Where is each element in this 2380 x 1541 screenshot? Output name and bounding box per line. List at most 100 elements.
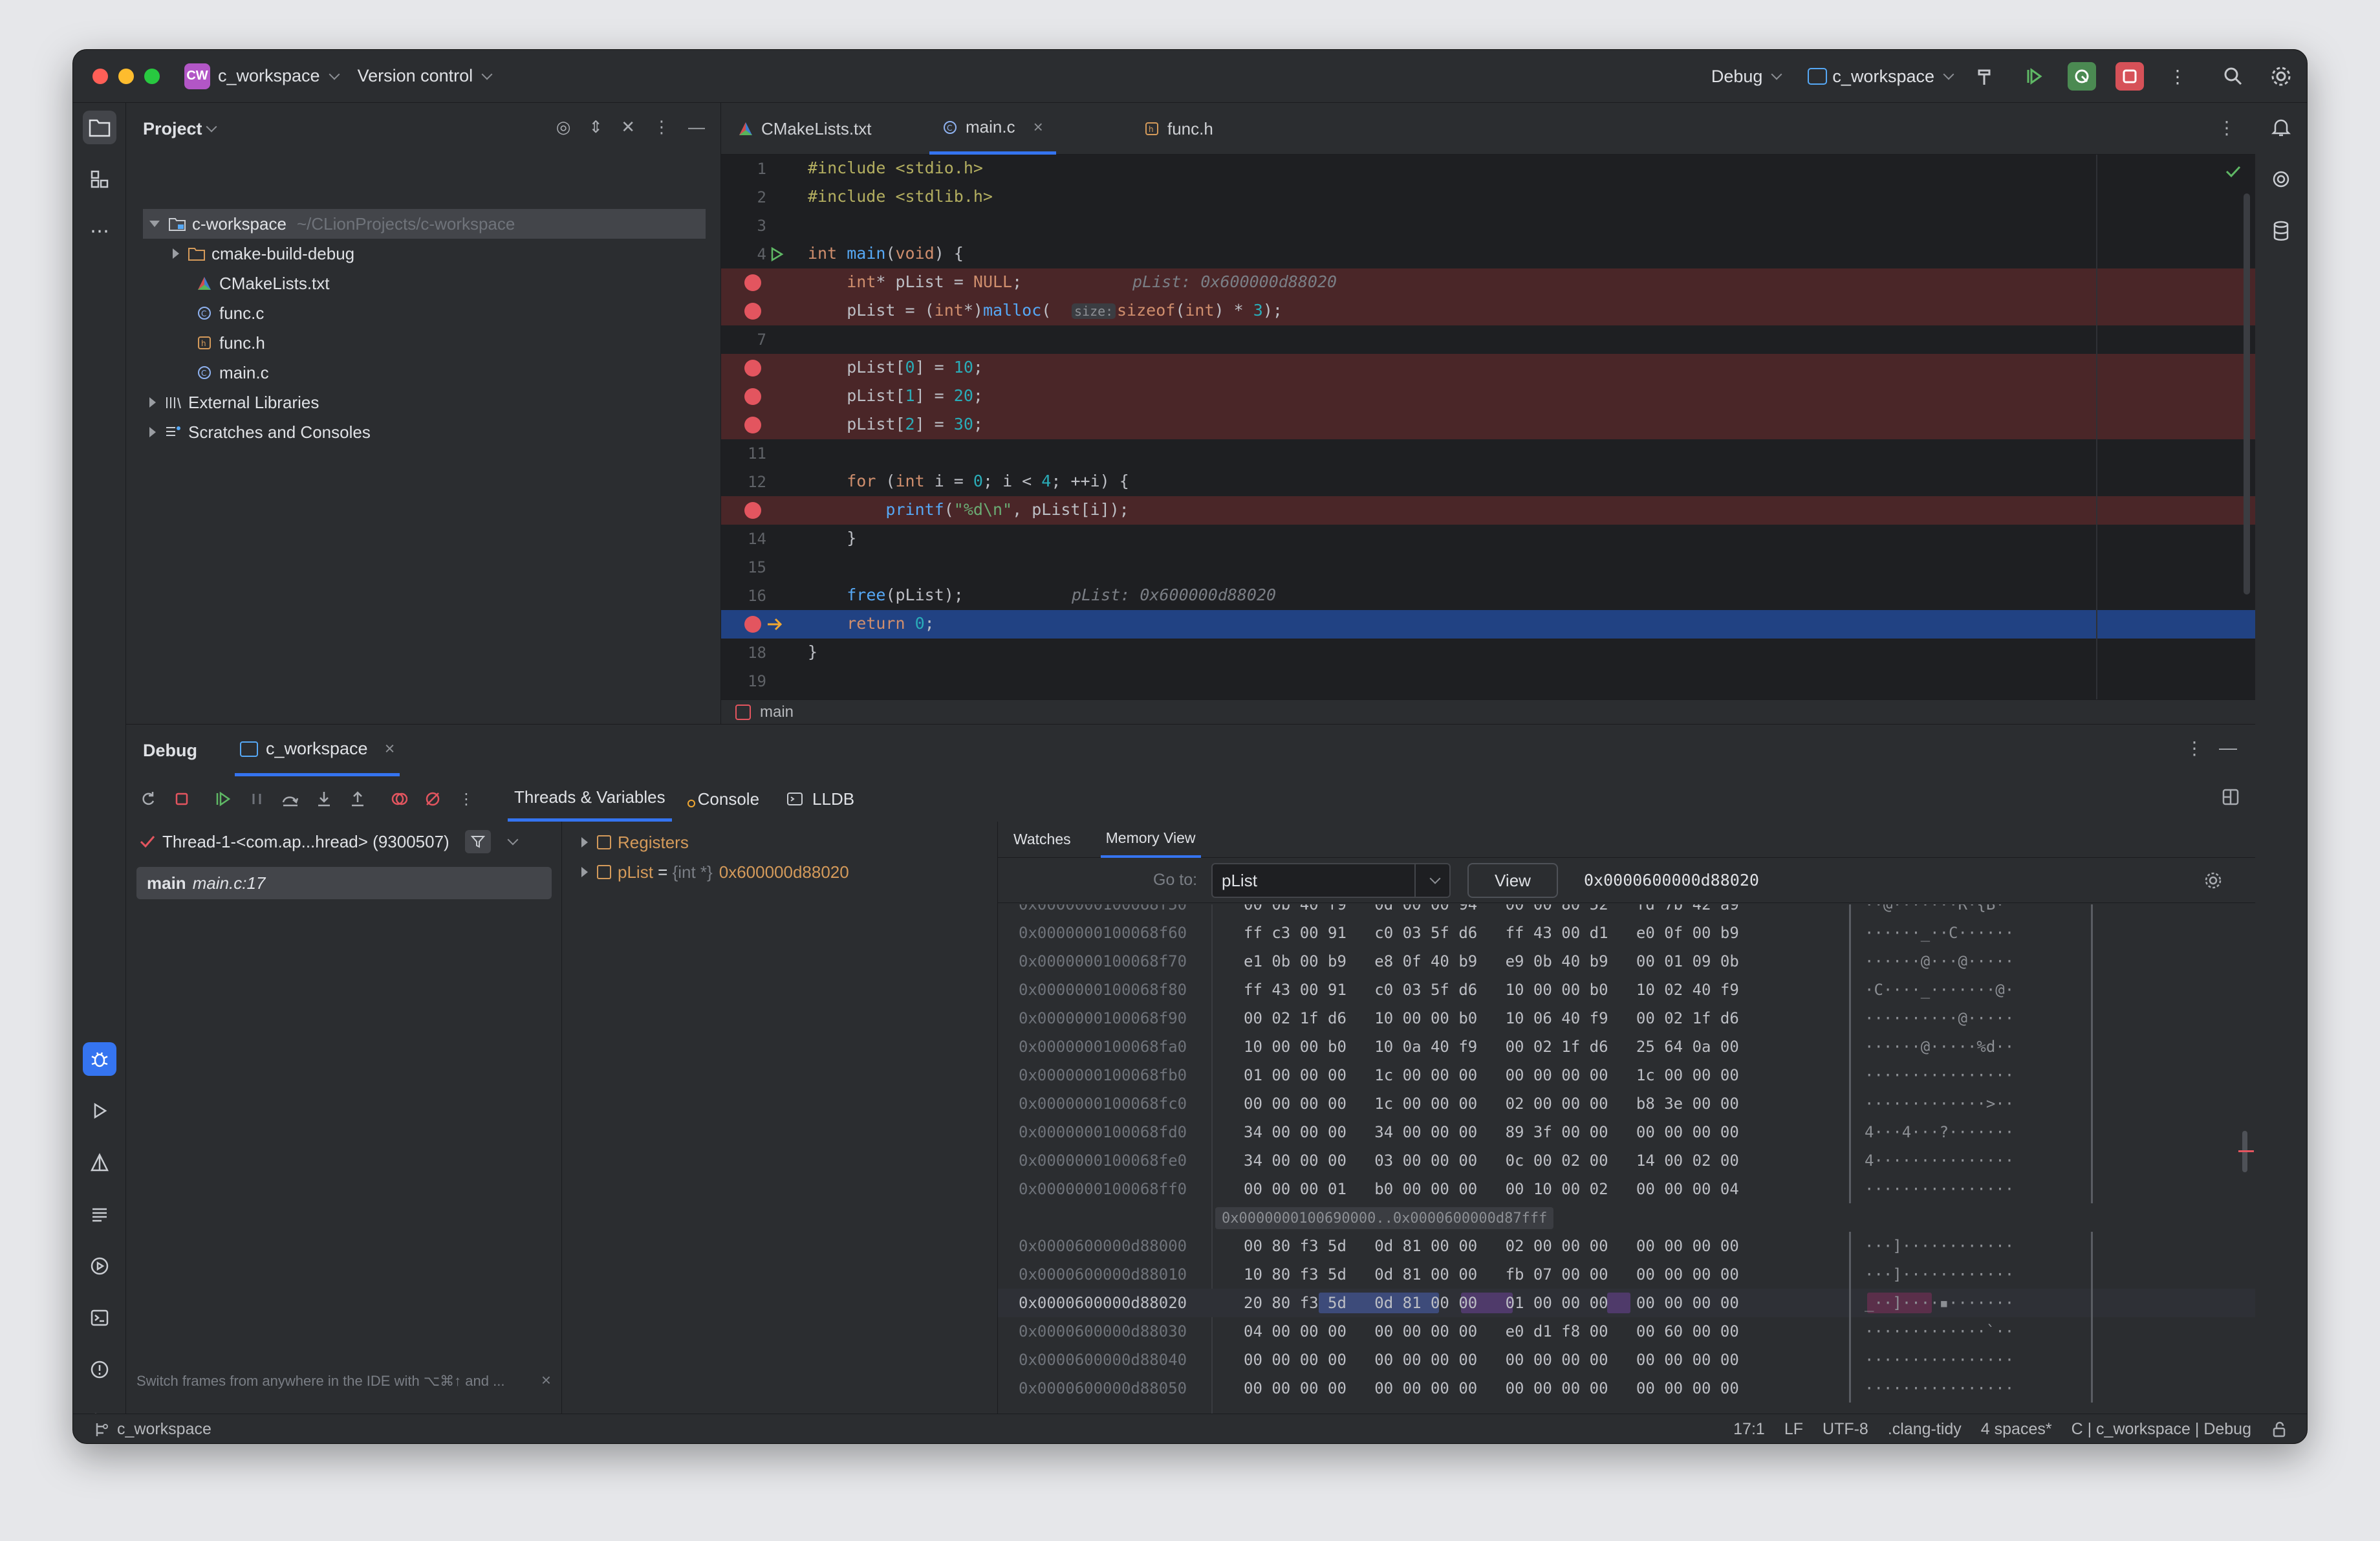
tab-memory-view[interactable]: Memory View [1100, 822, 1201, 858]
build-hammer-icon[interactable] [1972, 62, 2000, 91]
run-config-selector[interactable]: Debug [1711, 67, 1782, 87]
close-tab-icon[interactable]: × [1033, 117, 1043, 137]
code-line[interactable]: 12 for (int i = 0; i < 4; ++i) { [721, 468, 2255, 496]
close-tip-icon[interactable]: × [541, 1370, 551, 1390]
settings-gear-icon[interactable] [2203, 871, 2223, 890]
tree-item-c-workspace[interactable]: c-workspace ~/CLionProjects/c-workspace [143, 209, 706, 239]
rerun-icon[interactable] [135, 786, 161, 812]
tab-console[interactable]: Console [681, 776, 766, 822]
code-line[interactable]: 18 } [721, 639, 2255, 667]
tab-threads-variables[interactable]: Threads & Variables [508, 776, 672, 822]
view-button[interactable]: View [1467, 863, 1558, 898]
no-problems-check-icon[interactable] [2224, 164, 2242, 179]
ai-assistant-icon[interactable] [2264, 162, 2298, 196]
variable-registers[interactable]: Registers [581, 828, 689, 857]
project-folder-icon[interactable] [83, 111, 116, 144]
rerun-debug-icon[interactable] [2068, 62, 2096, 91]
code-line[interactable]: 11 [721, 439, 2255, 468]
pause-icon[interactable] [244, 786, 270, 812]
memory-row[interactable]: 0x0000000100068fe0 34 00 00 00 03 00 00 … [998, 1146, 2255, 1175]
zoom-window-button[interactable] [144, 68, 160, 84]
stop-icon[interactable] [169, 786, 195, 812]
code-line-breakpoint[interactable]: pList[2] = 30; [721, 411, 2255, 439]
stop-icon[interactable] [2115, 62, 2144, 91]
status-project[interactable]: c_workspace [117, 1420, 211, 1439]
more-vertical-icon[interactable]: ⋮ [453, 786, 479, 812]
more-horizontal-icon[interactable]: ⋯ [83, 214, 116, 248]
hide-panel-icon[interactable]: — [2219, 738, 2237, 758]
layout-settings-icon[interactable] [2222, 788, 2240, 811]
status-encoding[interactable]: UTF-8 [1823, 1420, 1868, 1439]
tab-func-h[interactable]: h func.h [1144, 103, 1213, 155]
code-line[interactable]: 16 free(pList); pList: 0x600000d88020 [721, 582, 2255, 610]
code-line[interactable]: 7 [721, 325, 2255, 354]
debug-bug-icon[interactable] [83, 1042, 116, 1076]
project-badge[interactable]: CW [184, 63, 210, 89]
code-line[interactable]: 19 [721, 667, 2255, 695]
code-editor[interactable]: 1 #include <stdio.h> 2 #include <stdlib.… [721, 155, 2255, 699]
hide-panel-icon[interactable]: — [688, 117, 705, 137]
memory-row-partial[interactable]: 0x0000000100068f50 00 0b 40 f9 0d 00 00 … [998, 904, 2255, 919]
code-line[interactable]: 14 } [721, 525, 2255, 553]
more-vertical-icon[interactable]: ⋮ [2163, 62, 2192, 91]
code-line[interactable]: 15 [721, 553, 2255, 582]
thread-selector[interactable]: Thread-1-<com.ap...hread> (9300507) [139, 825, 553, 858]
breakpoint-icon[interactable] [744, 616, 761, 633]
tab-cmakelists[interactable]: CMakeLists.txt [738, 103, 872, 155]
tab-lldb[interactable]: LLDB [780, 776, 861, 822]
memory-row[interactable]: 0x0000000100068fb0 01 00 00 00 1c 00 00 … [998, 1061, 2255, 1089]
code-line[interactable]: 1 #include <stdio.h> [721, 155, 2255, 183]
memory-row[interactable]: 0x0000000100068fd0 34 00 00 00 34 00 00 … [998, 1118, 2255, 1146]
project-switcher[interactable]: c_workspace [218, 66, 340, 86]
database-icon[interactable] [2264, 214, 2298, 248]
code-line-breakpoint[interactable]: pList = (int*)malloc( size: sizeof(int) … [721, 297, 2255, 325]
code-line[interactable]: 2 #include <stdlib.h> [721, 183, 2255, 212]
tree-item-cmake-build-debug[interactable]: cmake-build-debug [173, 239, 354, 268]
status-cursor-position[interactable]: 17:1 [1733, 1420, 1765, 1439]
memory-row[interactable]: 0x0000600000d88040 00 00 00 00 00 00 00 … [998, 1346, 2255, 1374]
memory-grid[interactable]: 0x0000000100068f50 00 0b 40 f9 0d 00 00 … [998, 904, 2255, 1414]
breakpoint-icon[interactable] [744, 274, 761, 291]
structure-icon[interactable] [83, 162, 116, 196]
filter-icon[interactable] [464, 830, 491, 853]
memory-row[interactable]: 0x0000000100068ff0 00 00 00 01 b0 00 00 … [998, 1175, 2255, 1203]
tree-item-scratches[interactable]: Scratches and Consoles [149, 417, 371, 447]
memory-row[interactable]: 0x0000000100068f60 ff c3 00 91 c0 03 5f … [998, 919, 2255, 947]
breakpoint-icon[interactable] [744, 360, 761, 377]
close-tab-icon[interactable]: × [385, 739, 395, 759]
tree-item-func-h[interactable]: h func.h [196, 328, 265, 358]
memory-row[interactable]: 0x0000600000d88000 00 80 f3 5d 0d 81 00 … [998, 1232, 2255, 1260]
memory-row[interactable]: 0x0000000100068fc0 00 00 00 00 1c 00 00 … [998, 1089, 2255, 1118]
problems-icon[interactable] [83, 1353, 116, 1386]
close-window-button[interactable] [92, 68, 108, 84]
memory-row[interactable]: 0x0000000100068f90 00 02 1f d6 10 00 00 … [998, 1004, 2255, 1033]
notifications-bell-icon[interactable] [2264, 111, 2298, 144]
target-selector[interactable]: c_workspace [1808, 67, 1954, 87]
todo-list-icon[interactable] [83, 1197, 116, 1231]
status-line-separator[interactable]: LF [1784, 1420, 1803, 1439]
vcs-menu[interactable]: Version control [358, 66, 493, 86]
step-over-icon[interactable] [277, 786, 303, 812]
variable-plist[interactable]: pList = {int *} 0x600000d88020 [581, 858, 849, 886]
tree-item-main-c[interactable]: C main.c [196, 358, 269, 388]
debug-session-tab[interactable]: c_workspace × [235, 725, 400, 776]
memory-row[interactable]: 0x0000000100068fa0 10 00 00 b0 10 0a 40 … [998, 1033, 2255, 1061]
settings-gear-icon[interactable] [2267, 62, 2295, 91]
more-vertical-icon[interactable]: ⋮ [653, 117, 670, 137]
code-line-breakpoint[interactable]: printf("%d\n", pList[i]); [721, 496, 2255, 525]
collapse-all-icon[interactable]: ✕ [621, 117, 635, 137]
breakpoint-icon[interactable] [744, 502, 761, 519]
run-icon[interactable] [2020, 62, 2048, 91]
step-out-icon[interactable] [345, 786, 371, 812]
run-icon[interactable] [83, 1094, 116, 1128]
tree-item-cmakelists[interactable]: CMakeLists.txt [196, 268, 330, 298]
run-gutter-icon[interactable] [769, 246, 784, 262]
status-linter[interactable]: .clang-tidy [1888, 1420, 1962, 1439]
breadcrumb-item[interactable]: main [760, 703, 794, 721]
breakpoint-icon[interactable] [744, 417, 761, 433]
terminal-icon[interactable] [83, 1301, 116, 1335]
breakpoint-icon[interactable] [744, 303, 761, 320]
frame-row-selected[interactable]: main main.c:17 [136, 867, 552, 899]
more-vertical-icon[interactable]: ⋮ [2218, 117, 2236, 138]
tree-item-external-libraries[interactable]: External Libraries [149, 388, 319, 417]
